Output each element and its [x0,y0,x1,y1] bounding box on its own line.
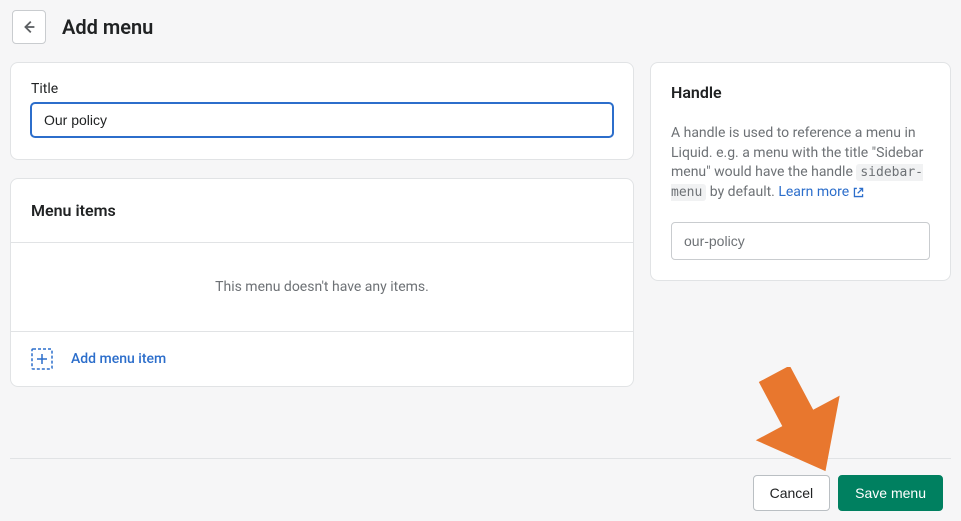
handle-input[interactable] [671,222,930,260]
page-header: Add menu [10,10,951,44]
menu-items-heading: Menu items [11,179,633,243]
add-menu-item-label: Add menu item [71,351,166,367]
cancel-button[interactable]: Cancel [753,475,831,511]
handle-heading: Handle [671,83,930,102]
back-button[interactable] [12,10,46,44]
empty-menu-message: This menu doesn't have any items. [11,243,633,332]
handle-card: Handle A handle is used to reference a m… [650,62,951,281]
add-menu-item-button[interactable]: Add menu item [11,332,633,386]
menu-items-card: Menu items This menu doesn't have any it… [10,178,634,387]
external-link-icon [852,186,865,199]
arrow-left-icon [20,18,38,36]
handle-description: A handle is used to reference a menu in … [671,124,930,202]
title-input[interactable] [31,103,613,137]
title-label: Title [31,81,613,97]
footer-actions: Cancel Save menu [10,458,951,511]
add-icon [31,348,53,370]
save-menu-button[interactable]: Save menu [838,475,943,511]
title-card: Title [10,62,634,160]
page-title: Add menu [62,15,153,39]
learn-more-link[interactable]: Learn more [778,183,865,203]
